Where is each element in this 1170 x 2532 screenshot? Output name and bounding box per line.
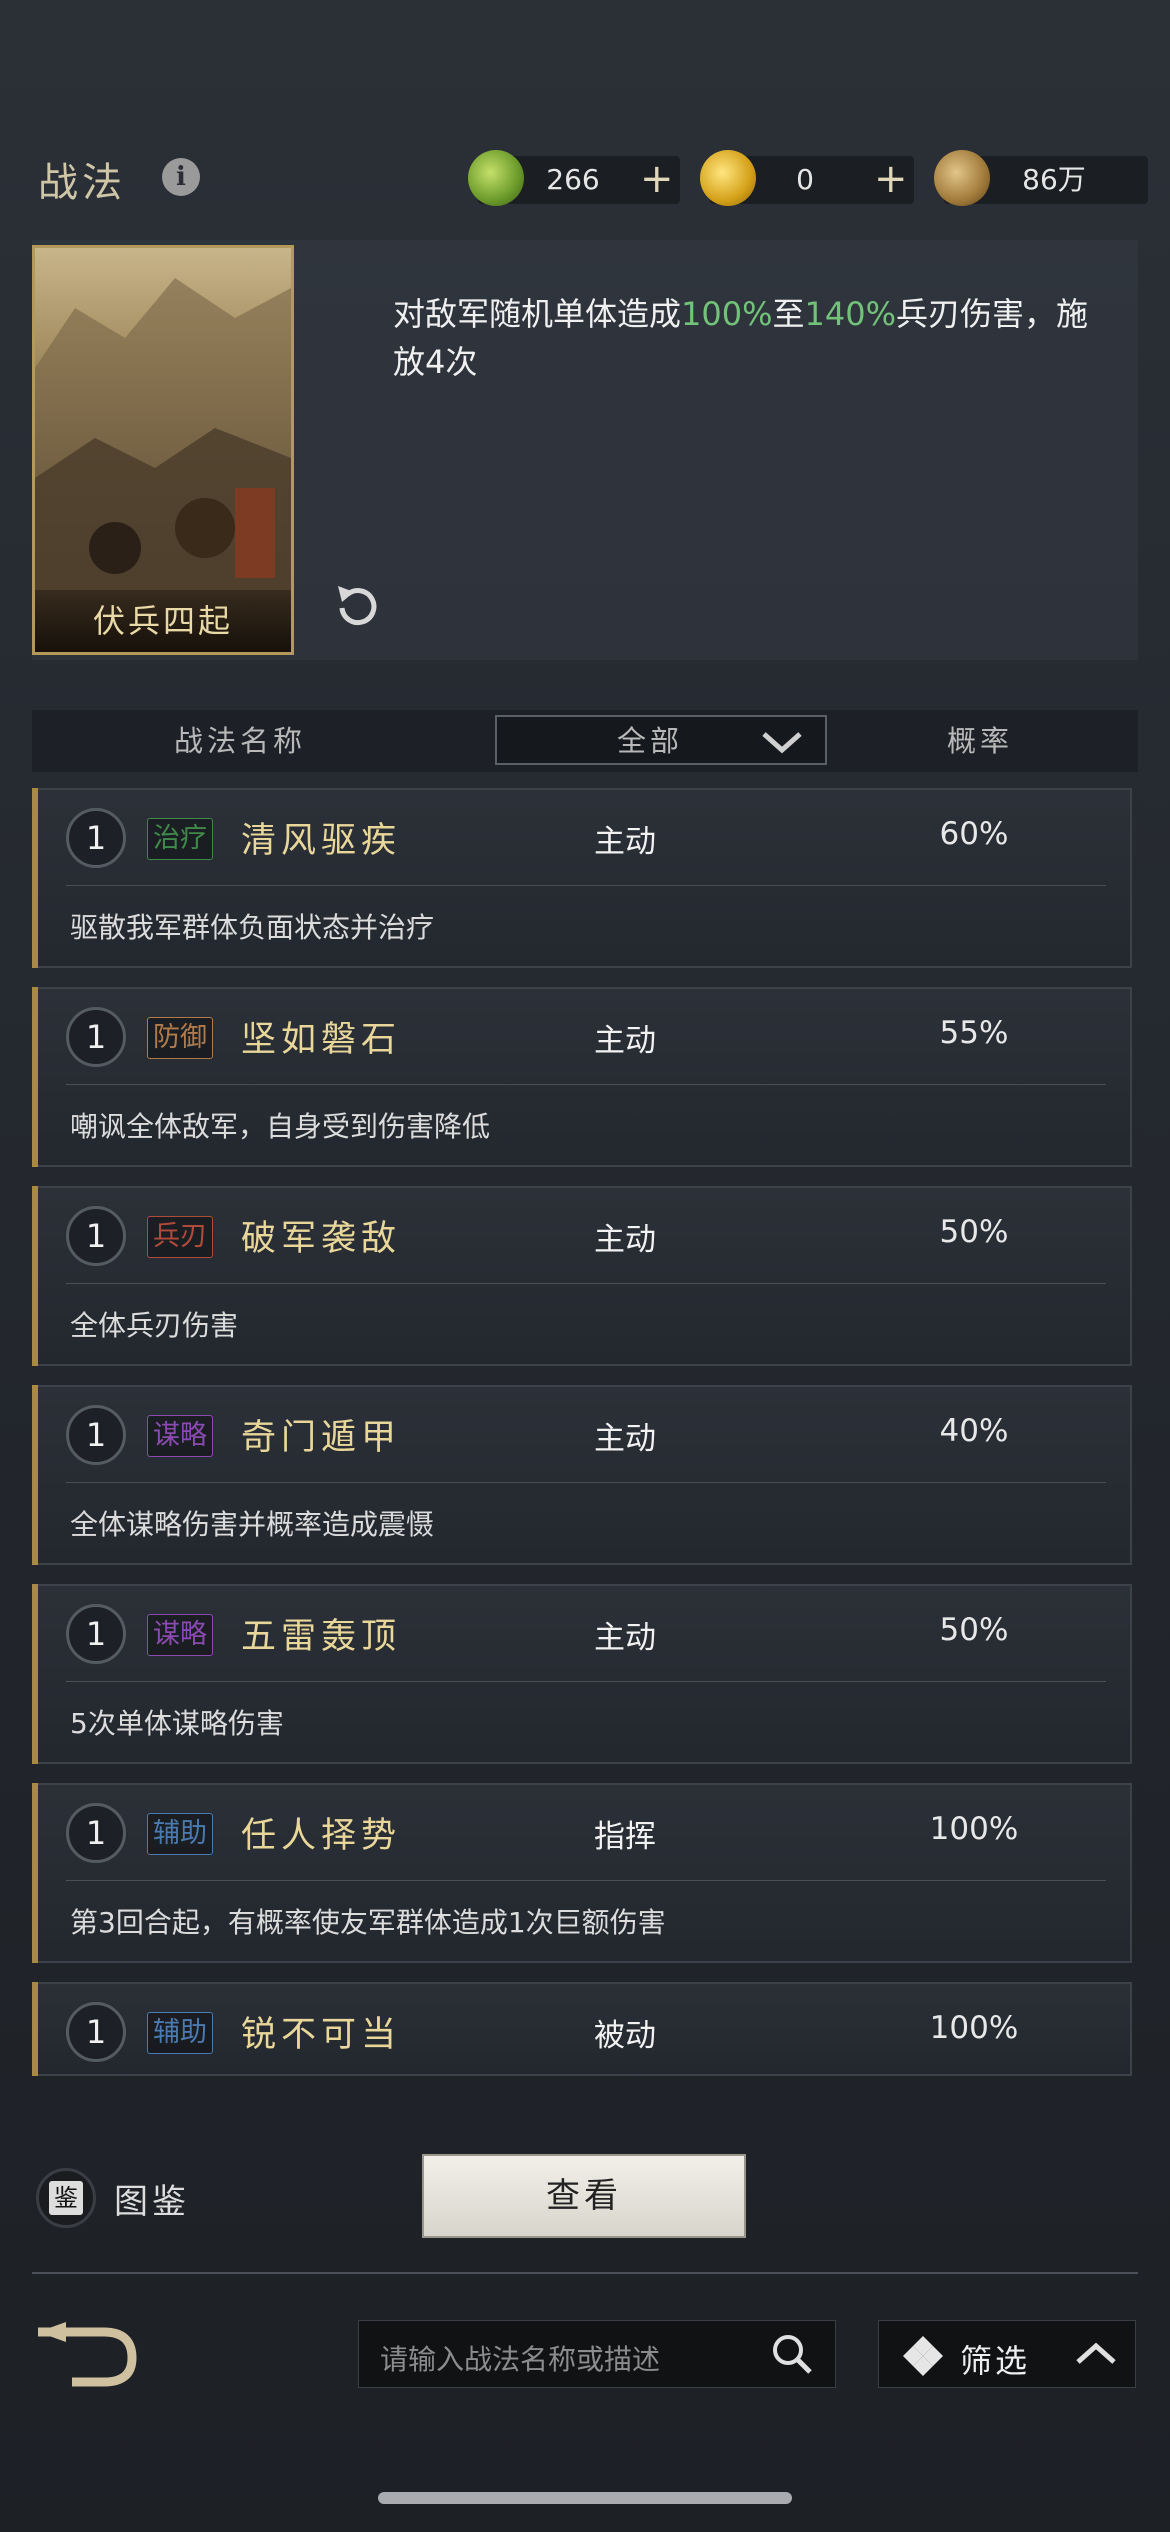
- skill-rate: 100%: [929, 1811, 1019, 1847]
- chevron-up-icon: [1076, 2342, 1116, 2364]
- skill-row[interactable]: 1 谋略 奇门遁甲 主动 40% 全体谋略伤害并概率造成震慑: [32, 1385, 1132, 1565]
- skill-rate: 100%: [929, 2010, 1019, 2046]
- skill-card-name: 伏兵四起: [35, 590, 291, 652]
- encyclopedia-icon[interactable]: 鉴: [36, 2168, 96, 2228]
- skill-description: 全体谋略伤害并概率造成震慑: [70, 1508, 435, 1541]
- search-icon[interactable]: [768, 2330, 816, 2378]
- currency-value: 86万: [1022, 163, 1086, 196]
- skill-category-tag: 兵刃: [147, 1216, 213, 1258]
- skill-level-badge: 1: [66, 1007, 126, 1067]
- skill-name: 破军袭敌: [241, 1219, 402, 1259]
- skill-description: 嘲讽全体敌军，自身受到伤害降低: [70, 1110, 491, 1143]
- filter-label: 筛选: [960, 2342, 1031, 2380]
- skill-level-badge: 1: [66, 808, 126, 868]
- skill-name: 坚如磐石: [241, 1020, 402, 1060]
- filter-icon: [903, 2336, 943, 2376]
- add-gold-button[interactable]: +: [874, 156, 908, 204]
- skill-name: 奇门遁甲: [241, 1418, 402, 1458]
- refresh-icon[interactable]: [328, 578, 384, 634]
- encyclopedia-label[interactable]: 图鉴: [114, 2174, 190, 2223]
- row-divider: [66, 1880, 1106, 1881]
- row-divider: [66, 1283, 1106, 1284]
- view-button[interactable]: 查看: [422, 2154, 746, 2238]
- skill-type: 主动: [594, 1023, 656, 1059]
- gold-coin-icon: [700, 150, 756, 206]
- currency-value: 0: [796, 163, 814, 196]
- skill-description: 驱散我军群体负面状态并治疗: [70, 911, 435, 944]
- skill-category-tag: 谋略: [147, 1614, 213, 1656]
- skill-type: 主动: [594, 1222, 656, 1258]
- skill-rate: 40%: [939, 1413, 1009, 1449]
- skill-level-badge: 1: [66, 1803, 126, 1863]
- encyclopedia-icon-char: 鉴: [49, 2181, 83, 2215]
- copper-coin-icon: [934, 150, 990, 206]
- skill-rate: 50%: [939, 1214, 1009, 1250]
- skill-level-badge: 1: [66, 2002, 126, 2062]
- skill-description: 第3回合起，有概率使友军群体造成1次巨额伤害: [70, 1906, 666, 1939]
- row-divider: [66, 885, 1106, 886]
- skill-row[interactable]: 1 治疗 清风驱疾 主动 60% 驱散我军群体负面状态并治疗: [32, 788, 1132, 968]
- category-filter-label: 全部: [616, 724, 683, 758]
- column-rate-header: 概率: [946, 724, 1013, 758]
- row-divider: [66, 1084, 1106, 1085]
- row-divider: [66, 1681, 1106, 1682]
- search-placeholder: 请输入战法名称或描述: [380, 2343, 661, 2376]
- skill-category-tag: 谋略: [147, 1415, 213, 1457]
- skill-category-tag: 防御: [147, 1017, 213, 1059]
- skill-category-tag: 治疗: [147, 818, 213, 860]
- skill-row[interactable]: 1 谋略 五雷轰顶 主动 50% 5次单体谋略伤害: [32, 1584, 1132, 1764]
- skill-row[interactable]: 1 防御 坚如磐石 主动 55% 嘲讽全体敌军，自身受到伤害降低: [32, 987, 1132, 1167]
- info-icon[interactable]: i: [162, 158, 200, 196]
- back-arrow-icon[interactable]: [32, 2320, 142, 2390]
- skill-rate: 50%: [939, 1612, 1009, 1648]
- skill-level-badge: 1: [66, 1206, 126, 1266]
- currency-jade: 266 +: [468, 150, 680, 206]
- jade-icon: [468, 150, 524, 206]
- skill-name: 五雷轰顶: [241, 1617, 402, 1657]
- skill-type: 被动: [594, 2018, 656, 2054]
- skill-name: 锐不可当: [241, 2015, 402, 2055]
- skill-row[interactable]: 1 兵刃 破军袭敌 主动 50% 全体兵刃伤害: [32, 1186, 1132, 1366]
- currency-copper: 86万: [934, 150, 1148, 206]
- currency-gold: 0 +: [700, 150, 914, 206]
- skill-name: 任人择势: [241, 1816, 402, 1856]
- skill-category-tag: 辅助: [147, 2012, 213, 2054]
- skill-description: 全体兵刃伤害: [70, 1309, 239, 1342]
- skill-name: 清风驱疾: [241, 821, 402, 861]
- skill-type: 主动: [594, 824, 656, 860]
- row-divider: [66, 1482, 1106, 1483]
- page-title: 战法: [38, 160, 126, 206]
- skill-level-badge: 1: [66, 1405, 126, 1465]
- skill-description: 5次单体谋略伤害: [70, 1707, 284, 1740]
- skill-type: 指挥: [594, 1819, 656, 1855]
- home-indicator[interactable]: [378, 2492, 792, 2504]
- skill-rate: 55%: [939, 1015, 1009, 1051]
- divider: [32, 2272, 1138, 2274]
- add-jade-button[interactable]: +: [640, 156, 674, 204]
- skill-category-tag: 辅助: [147, 1813, 213, 1855]
- skill-rate: 60%: [939, 816, 1009, 852]
- currency-value: 266: [546, 163, 600, 196]
- column-name-header: 战法名称: [173, 724, 306, 758]
- skill-row[interactable]: 1 辅助 锐不可当 被动 100%: [32, 1982, 1132, 2076]
- skill-level-badge: 1: [66, 1604, 126, 1664]
- skill-type: 主动: [594, 1620, 656, 1656]
- chevron-down-icon: [762, 732, 802, 754]
- skill-type: 主动: [594, 1421, 656, 1457]
- skill-description: 对敌军随机单体造成100%至140%兵刃伤害，施放4次: [393, 295, 1089, 381]
- skill-row[interactable]: 1 辅助 任人择势 指挥 100% 第3回合起，有概率使友军群体造成1次巨额伤害: [32, 1783, 1132, 1963]
